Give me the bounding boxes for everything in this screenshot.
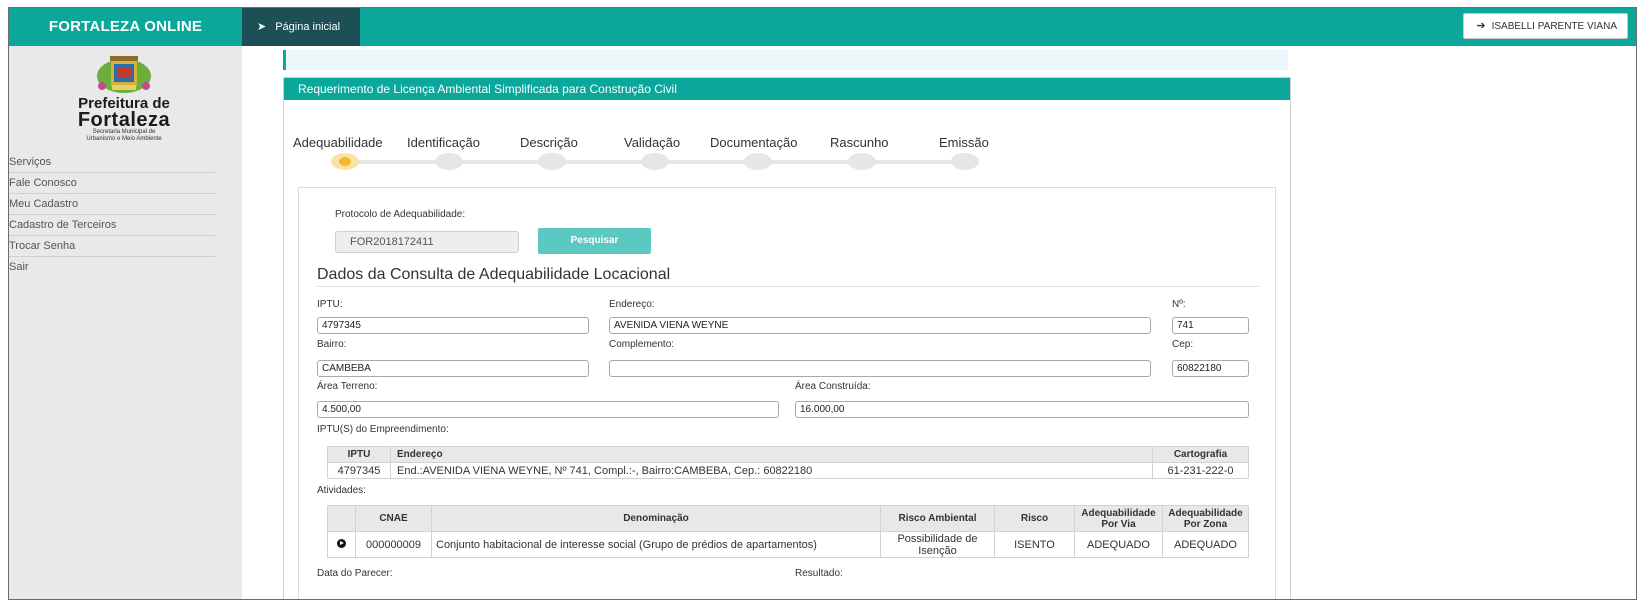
- col-iptu: IPTU: [327, 446, 391, 463]
- city-crest-icon: [97, 56, 151, 93]
- section-divider: [317, 286, 1259, 287]
- step-descricao-dot[interactable]: [538, 153, 566, 170]
- col-cartografia: Cartografia: [1152, 446, 1249, 463]
- iptus-empreendimento-label: IPTU(S) do Empreendimento:: [317, 424, 449, 435]
- cell-adequabilidade-via: ADEQUADO: [1074, 531, 1163, 558]
- cell-cnae: 000000009: [355, 531, 432, 558]
- col-risco-ambiental: Risco Ambiental: [880, 505, 995, 532]
- cell-risco: ISENTO: [994, 531, 1075, 558]
- logo-line3b: Urbanismo e Meio Ambiente: [86, 136, 162, 142]
- cell-cartografia: 61-231-222-0: [1152, 462, 1249, 479]
- sidebar-item-sair[interactable]: Sair: [9, 257, 215, 278]
- wizard-steps: Adequabilidade Identificação Descrição V…: [284, 135, 1044, 175]
- table-row: 000000009 Conjunto habitacional de inter…: [327, 531, 1249, 558]
- step-documentacao-dot[interactable]: [744, 153, 772, 170]
- panel-title: Requerimento de Licença Ambiental Simpli…: [284, 78, 1290, 100]
- step-descricao-label[interactable]: Descrição: [520, 135, 578, 150]
- main-content: Requerimento de Licença Ambiental Simpli…: [242, 46, 1636, 599]
- form-container: Protocolo de Adequabilidade: FOR20181724…: [298, 187, 1276, 599]
- sign-in-arrow-icon: ➔: [1476, 20, 1486, 32]
- browser-frame: FORTALEZA ONLINE ➤ Página inicial ➔ ISABEL…: [8, 7, 1637, 600]
- sidebar: Prefeitura de Fortaleza Secretaria Munic…: [9, 46, 242, 599]
- expand-row-icon[interactable]: [337, 538, 346, 548]
- breadcrumb: [283, 50, 1288, 70]
- cell-iptu: 4797345: [327, 462, 391, 479]
- protocolo-label: Protocolo de Adequabilidade:: [335, 209, 466, 220]
- logo-line2: Fortaleza: [77, 109, 171, 131]
- sidebar-item-meu-cadastro[interactable]: Meu Cadastro: [9, 194, 215, 215]
- step-documentacao-label[interactable]: Documentação: [710, 135, 797, 150]
- step-validacao-label[interactable]: Validação: [624, 135, 680, 150]
- data-parecer-label: Data do Parecer:: [317, 568, 393, 579]
- iptu-table: IPTU Endereço Cartografia 4797345 End.:A…: [327, 446, 1249, 479]
- step-adequabilidade-label[interactable]: Adequabilidade: [293, 135, 383, 150]
- license-panel: Requerimento de Licença Ambiental Simpli…: [283, 77, 1291, 599]
- area-terreno-label: Área Terreno:: [317, 381, 378, 392]
- step-identificacao-label[interactable]: Identificação: [407, 135, 480, 150]
- step-rascunho-dot[interactable]: [848, 153, 876, 170]
- step-emissao-label[interactable]: Emissão: [939, 135, 989, 150]
- sidebar-item-fale-conosco[interactable]: Fale Conosco: [9, 173, 215, 194]
- city-logo: Prefeitura de Fortaleza Secretaria Munic…: [54, 54, 194, 149]
- iptu-table-header: IPTU Endereço Cartografia: [327, 446, 1249, 463]
- cep-field[interactable]: 60822180: [1172, 360, 1249, 377]
- col-denominacao: Denominação: [431, 505, 881, 532]
- numero-label: Nº:: [1172, 299, 1186, 310]
- sidebar-item-cadastro-terceiros[interactable]: Cadastro de Terceiros: [9, 215, 215, 236]
- complemento-field[interactable]: [609, 360, 1151, 377]
- endereco-field[interactable]: AVENIDA VIENA WEYNE: [609, 317, 1151, 334]
- col-risco: Risco: [994, 505, 1075, 532]
- col-expand: [327, 505, 356, 532]
- cep-label: Cep:: [1172, 339, 1194, 350]
- col-cnae: CNAE: [355, 505, 432, 532]
- col-endereco: Endereço: [390, 446, 1153, 463]
- resultado-label: Resultado:: [795, 568, 843, 579]
- location-arrow-icon: ➤: [257, 21, 267, 33]
- sidebar-item-servicos[interactable]: Serviços: [9, 152, 215, 173]
- step-adequabilidade-dot[interactable]: [331, 153, 359, 170]
- atividades-label: Atividades:: [317, 485, 366, 496]
- complemento-label: Complemento:: [609, 339, 675, 350]
- step-validacao-dot[interactable]: [641, 153, 669, 170]
- bairro-label: Bairro:: [317, 339, 347, 350]
- endereco-label: Endereço:: [609, 299, 655, 310]
- bairro-field[interactable]: CAMBEBA: [317, 360, 589, 377]
- cell-adequabilidade-zona: ADEQUADO: [1162, 531, 1249, 558]
- home-tab[interactable]: ➤ Página inicial: [242, 8, 360, 46]
- home-tab-label: Página inicial: [275, 21, 341, 33]
- user-button[interactable]: ➔ ISABELLI PARENTE VIANA: [1463, 13, 1628, 39]
- user-name: ISABELLI PARENTE VIANA: [1491, 21, 1617, 32]
- atividades-table: CNAE Denominação Risco Ambiental Risco A…: [327, 505, 1249, 558]
- iptu-label: IPTU:: [317, 299, 343, 310]
- numero-field[interactable]: 741: [1172, 317, 1249, 334]
- sidebar-menu: Serviços Fale Conosco Meu Cadastro Cadas…: [9, 152, 215, 278]
- logo-line3a: Secretaria Municipal de: [92, 129, 156, 135]
- step-rascunho-label[interactable]: Rascunho: [830, 135, 889, 150]
- area-construida-label: Área Construída:: [795, 381, 871, 392]
- area-construida-field[interactable]: 16.000,00: [795, 401, 1249, 418]
- col-adequabilidade-via: Adequabilidade Por Via: [1074, 505, 1163, 532]
- step-emissao-dot[interactable]: [951, 153, 979, 170]
- atividades-table-header: CNAE Denominação Risco Ambiental Risco A…: [327, 505, 1249, 532]
- col-adequabilidade-zona: Adequabilidade Por Zona: [1162, 505, 1249, 532]
- cell-endereco: End.:AVENIDA VIENA WEYNE, Nº 741, Compl.…: [390, 462, 1153, 479]
- iptu-field[interactable]: 4797345: [317, 317, 589, 334]
- section-title: Dados da Consulta de Adequabilidade Loca…: [317, 266, 671, 283]
- top-navbar: FORTALEZA ONLINE ➤ Página inicial ➔ ISABEL…: [9, 8, 1636, 46]
- table-row: 4797345 End.:AVENIDA VIENA WEYNE, Nº 741…: [327, 462, 1249, 479]
- step-identificacao-dot[interactable]: [435, 153, 463, 170]
- pesquisar-button[interactable]: Pesquisar: [538, 228, 651, 254]
- protocolo-input[interactable]: FOR2018172411: [335, 231, 519, 253]
- sidebar-item-trocar-senha[interactable]: Trocar Senha: [9, 236, 215, 257]
- area-terreno-field[interactable]: 4.500,00: [317, 401, 779, 418]
- cell-risco-ambiental: Possibilidade de Isenção: [880, 531, 995, 558]
- expand-cell[interactable]: [327, 531, 356, 558]
- brand-title[interactable]: FORTALEZA ONLINE: [9, 8, 242, 46]
- cell-denominacao: Conjunto habitacional de interesse socia…: [431, 531, 881, 558]
